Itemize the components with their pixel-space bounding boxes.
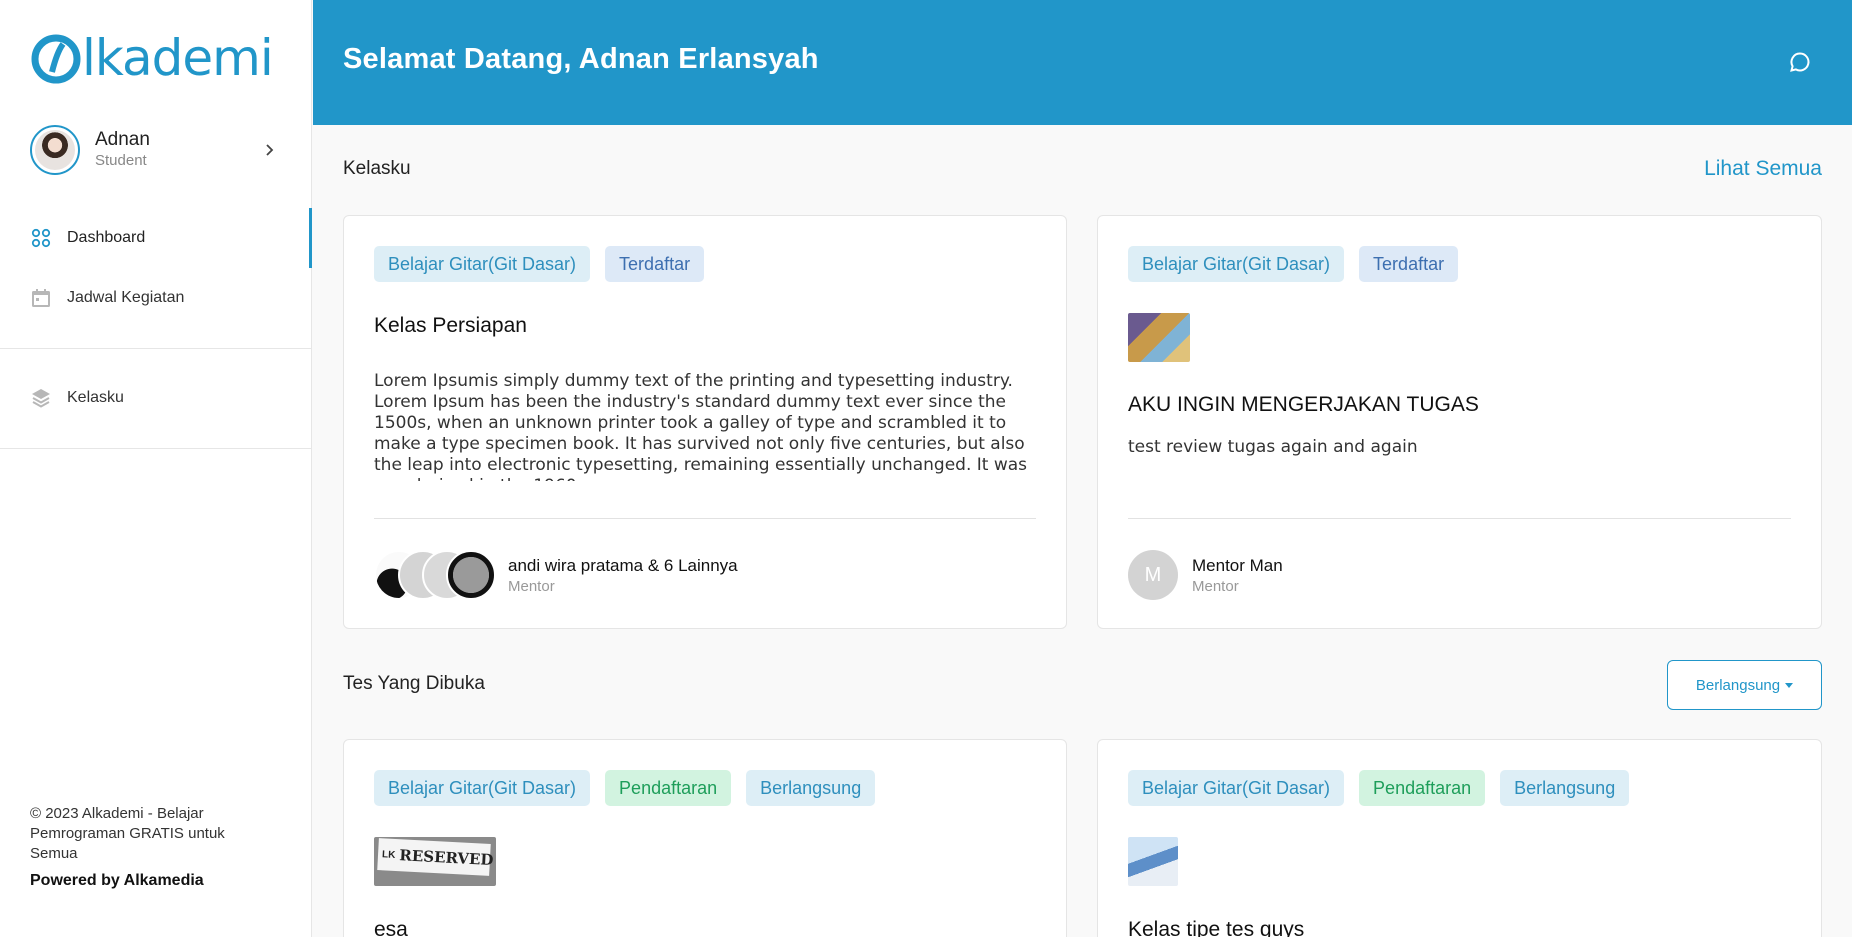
chat-icon[interactable] — [1788, 50, 1812, 74]
class-description: Lorem Ipsumis simply dummy text of the p… — [374, 371, 1028, 481]
mentor-info: M Mentor Man Mentor — [1128, 550, 1283, 600]
status-filter-dropdown[interactable]: Berlangsung — [1667, 660, 1822, 710]
avatar — [446, 550, 496, 600]
page-title: Selamat Datang, Adnan Erlansyah — [343, 43, 819, 75]
top-header: Selamat Datang, Adnan Erlansyah — [313, 0, 1852, 125]
mentor-avatar-stack — [374, 550, 496, 600]
test-thumbnail — [1128, 837, 1178, 886]
course-badge: Belajar Gitar(Git Dasar) — [374, 770, 591, 806]
status-badge: Terdaftar — [1359, 246, 1459, 282]
class-description: test review tugas again and again — [1128, 437, 1418, 457]
badge-group: Belajar Gitar(Git Dasar) Terdaftar — [1128, 246, 1459, 282]
badge-group: Belajar Gitar(Git Dasar) Pendaftaran Ber… — [1128, 770, 1630, 806]
card-divider — [1128, 518, 1791, 519]
status-badge: Berlangsung — [1500, 770, 1630, 806]
test-card[interactable]: Belajar Gitar(Git Dasar) Pendaftaran Ber… — [1097, 739, 1822, 937]
mentor-name: Mentor Man — [1192, 555, 1283, 575]
sidebar-divider — [0, 348, 312, 349]
course-badge: Belajar Gitar(Git Dasar) — [1128, 770, 1345, 806]
badge-group: Belajar Gitar(Git Dasar) Pendaftaran Ber… — [374, 770, 876, 806]
profile-role: Student — [95, 152, 147, 169]
class-card[interactable]: Belajar Gitar(Git Dasar) Terdaftar Kelas… — [343, 215, 1067, 629]
copyright-text: © 2023 Alkademi - Belajar Pemrograman GR… — [30, 805, 225, 862]
sidebar-item-my-classes[interactable]: Kelasku — [0, 368, 312, 428]
section-title-my-classes: Kelasku — [343, 158, 411, 179]
thumbnail-corner-text: LK — [381, 848, 396, 861]
status-badge: Berlangsung — [746, 770, 876, 806]
profile-menu[interactable]: Adnan Student — [30, 125, 280, 175]
sidebar-footer: © 2023 Alkademi - Belajar Pemrograman GR… — [30, 804, 250, 890]
class-title: AKU INGIN MENGERJAKAN TUGAS — [1128, 393, 1479, 416]
sidebar-item-label: Jadwal Kegiatan — [67, 289, 185, 306]
card-divider — [374, 518, 1036, 519]
caret-down-icon — [1785, 682, 1794, 688]
badge-group: Belajar Gitar(Git Dasar) Terdaftar — [374, 246, 705, 282]
calendar-icon — [30, 287, 52, 309]
class-thumbnail — [1128, 313, 1190, 362]
test-title: esa — [374, 918, 408, 937]
see-all-link[interactable]: Lihat Semua — [1704, 157, 1822, 181]
sidebar-item-schedule[interactable]: Jadwal Kegiatan — [0, 268, 312, 328]
avatar — [30, 125, 80, 175]
class-card[interactable]: Belajar Gitar(Git Dasar) Terdaftar AKU I… — [1097, 215, 1822, 629]
status-badge: Pendaftaran — [1359, 770, 1486, 806]
sidebar: lkademi Adnan Student Dashboard Jadwal K… — [0, 0, 312, 937]
chevron-right-icon — [260, 140, 280, 160]
alkademi-logo[interactable]: lkademi — [30, 28, 274, 88]
test-thumbnail: LK RESERVED — [374, 837, 496, 886]
sidebar-nav-secondary: Kelasku — [0, 368, 312, 428]
sidebar-item-label: Kelasku — [67, 389, 124, 406]
sidebar-item-dashboard[interactable]: Dashboard — [0, 208, 312, 268]
status-badge: Pendaftaran — [605, 770, 732, 806]
course-badge: Belajar Gitar(Git Dasar) — [374, 246, 591, 282]
test-title: Kelas tipe tes guys — [1128, 918, 1305, 937]
alpha-logo-icon — [30, 30, 86, 86]
status-badge: Terdaftar — [605, 246, 705, 282]
dropdown-label: Berlangsung — [1695, 676, 1781, 694]
section-title-open-tests: Tes Yang Dibuka — [343, 673, 485, 694]
mentor-info: andi wira pratama & 6 Lainnya Mentor — [374, 550, 738, 600]
avatar: M — [1128, 550, 1178, 600]
thumbnail-text: RESERVED — [398, 846, 494, 870]
sidebar-divider — [0, 448, 312, 449]
sidebar-nav: Dashboard Jadwal Kegiatan — [0, 208, 312, 328]
course-badge: Belajar Gitar(Git Dasar) — [1128, 246, 1345, 282]
layers-icon — [30, 387, 52, 409]
powered-by-text: Powered by Alkamedia — [30, 872, 204, 889]
logo-wordmark: lkademi — [82, 29, 274, 87]
mentor-role: Mentor — [1192, 577, 1239, 595]
grid-icon — [30, 227, 52, 249]
mentor-role: Mentor — [508, 577, 555, 595]
mentor-name: andi wira pratama & 6 Lainnya — [508, 555, 738, 575]
profile-name: Adnan — [95, 129, 150, 150]
class-title: Kelas Persiapan — [374, 314, 527, 337]
test-card[interactable]: Belajar Gitar(Git Dasar) Pendaftaran Ber… — [343, 739, 1067, 937]
sidebar-item-label: Dashboard — [67, 229, 146, 246]
